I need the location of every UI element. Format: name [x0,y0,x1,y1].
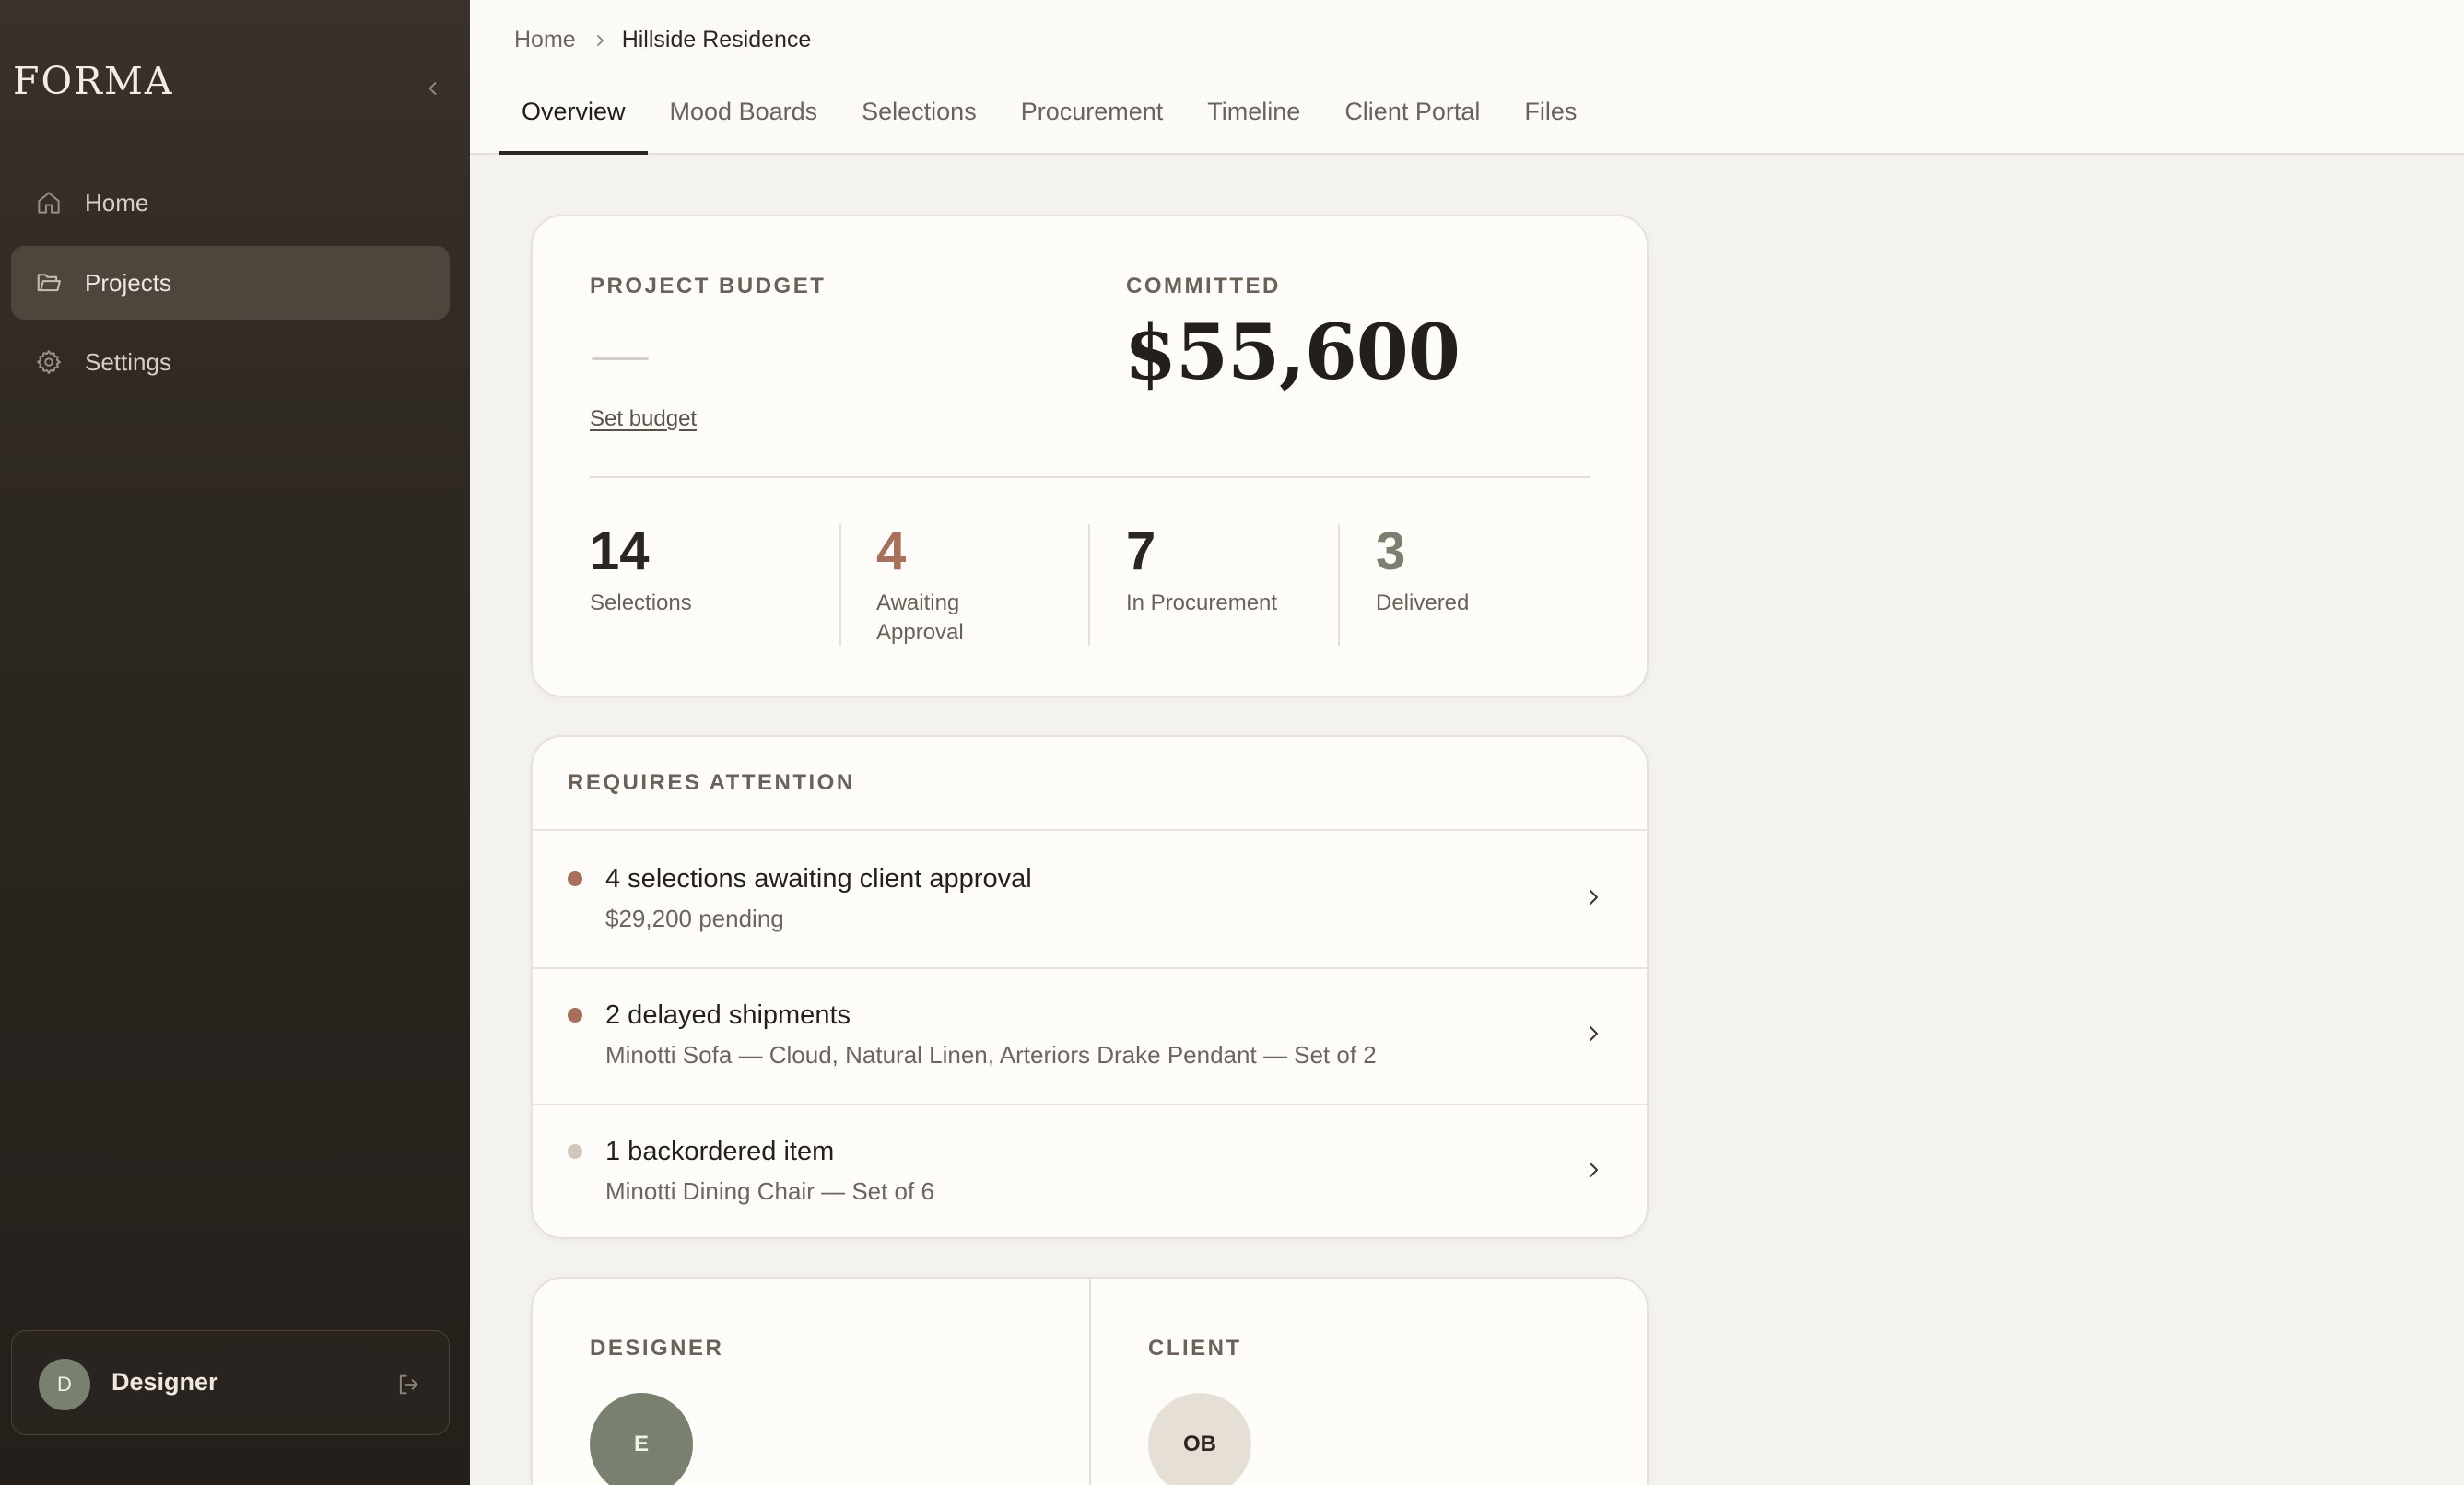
requires-attention-card: REQUIRES ATTENTION 4 selections awaiting… [531,735,1649,1239]
user-name: Designer [111,1368,218,1396]
logout-button[interactable] [392,1368,425,1401]
tab-client-portal[interactable]: Client Portal [1322,79,1502,153]
attention-item-subtitle: $29,200 pending [605,905,784,932]
gear-icon [33,346,65,378]
tab-mood-boards[interactable]: Mood Boards [648,79,840,153]
breadcrumb-home-link[interactable]: Home [514,27,576,53]
client-avatar[interactable]: OB [1148,1393,1251,1485]
people-card: DESIGNER E CLIENT OB [531,1277,1649,1485]
client-label: CLIENT [1148,1336,1242,1361]
logout-icon [399,1374,418,1395]
divider [1088,524,1090,646]
budget-card: PROJECT BUDGET Set budget COMMITTED $55,… [531,215,1649,697]
committed-label: COMMITTED [1126,274,1281,298]
stat-value: 7 [1126,521,1156,581]
sidebar-item-projects[interactable]: Projects [11,246,450,320]
house-icon [33,187,65,218]
divider [1089,1279,1091,1485]
sidebar-item-label: Projects [85,268,171,297]
attention-item-title: 1 backordered item [605,1137,835,1166]
attention-item[interactable]: 2 delayed shipments Minotti Sofa — Cloud… [533,967,1647,1104]
designer-label: DESIGNER [590,1336,724,1361]
stat-caption: In Procurement [1126,590,1278,615]
designer-avatar[interactable]: E [590,1393,693,1485]
attention-item-subtitle: Minotti Dining Chair — Set of 6 [605,1177,934,1205]
chevron-right-icon [1577,881,1610,914]
set-budget-link[interactable]: Set budget [590,406,697,432]
breadcrumb: Home Hillside Residence [514,27,811,53]
status-dot [568,1008,582,1023]
tab-procurement[interactable]: Procurement [999,79,1186,153]
tab-files[interactable]: Files [1502,79,1599,153]
attention-item-subtitle: Minotti Sofa — Cloud, Natural Linen, Art… [605,1041,1377,1069]
stat-value: 14 [590,521,650,581]
divider [839,524,841,646]
folder-icon [33,267,65,298]
requires-attention-heading: REQUIRES ATTENTION [568,770,855,795]
stat-value: 3 [1376,521,1406,581]
budget-empty-placeholder [592,357,649,360]
stat-caption: Delivered [1376,590,1470,615]
stat-caption: Awaiting Approval [876,590,964,645]
breadcrumb-current: Hillside Residence [621,27,812,53]
project-budget-label: PROJECT BUDGET [590,274,827,298]
collapse-sidebar-button[interactable] [417,72,450,105]
avatar: D [39,1359,90,1410]
sidebar: FORMA Home Projects Settings D Designer [0,0,470,1485]
sidebar-item-label: Settings [85,347,171,376]
sidebar-item-home[interactable]: Home [11,166,450,240]
chevron-right-icon [1577,1017,1610,1050]
stat-caption: Selections [590,590,692,615]
tab-timeline[interactable]: Timeline [1185,79,1322,153]
attention-item[interactable]: 4 selections awaiting client approval $2… [533,831,1647,967]
stat-value: 4 [876,521,907,581]
project-tabs: Overview Mood Boards Selections Procurem… [499,79,1599,155]
attention-item-title: 2 delayed shipments [605,1000,851,1030]
chevron-left-icon [428,82,437,95]
stat-delivered: 3 Delivered [1376,520,1625,642]
tab-selections[interactable]: Selections [839,79,999,153]
top-bar: Home Hillside Residence Overview Mood Bo… [470,0,2464,155]
sidebar-item-settings[interactable]: Settings [11,325,450,399]
status-dot [568,871,582,886]
sidebar-item-label: Home [85,188,149,216]
attention-item-title: 4 selections awaiting client approval [605,864,1032,894]
app-logo: FORMA [13,59,174,103]
user-card[interactable]: D Designer [11,1330,450,1435]
attention-item[interactable]: 1 backordered item Minotti Dining Chair … [533,1104,1647,1237]
tab-overview[interactable]: Overview [499,79,648,155]
stat-selections: 14 Selections [590,520,839,642]
committed-value: $55,600 [1124,309,1461,397]
chevron-right-icon [593,33,607,48]
status-dot [568,1144,582,1159]
divider [590,476,1590,478]
chevron-right-icon [1577,1153,1610,1187]
divider [1338,524,1340,646]
